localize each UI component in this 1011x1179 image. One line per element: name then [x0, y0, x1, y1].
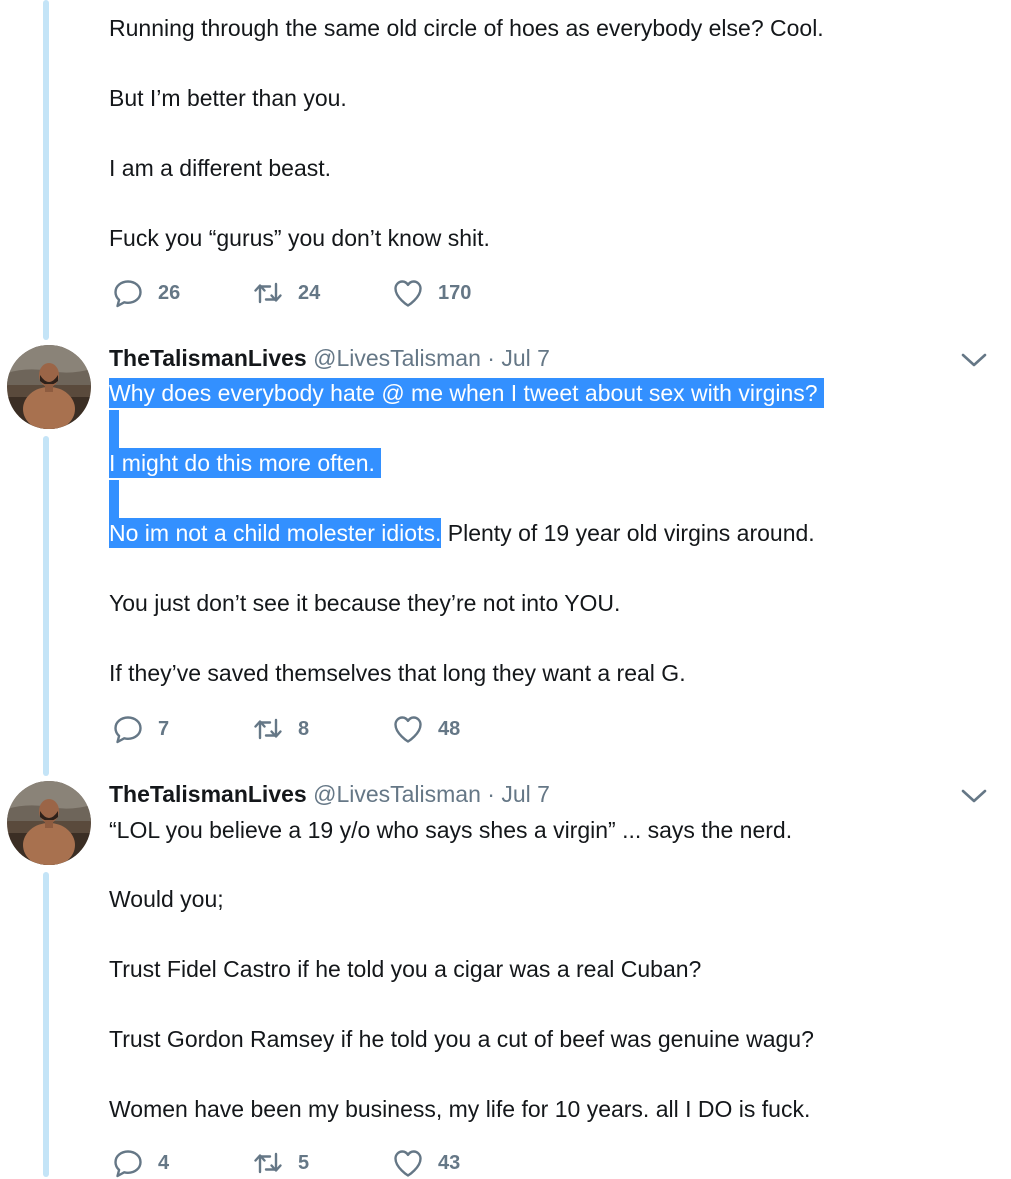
retweet-button[interactable]: 24 [252, 278, 320, 308]
reply-icon [112, 713, 144, 745]
tweet-text-line: You just don’t see it because they’re no… [109, 590, 621, 616]
profile-photo [7, 781, 91, 865]
like-icon [392, 713, 424, 745]
retweet-count: 5 [298, 1151, 310, 1174]
thread-line [43, 436, 49, 776]
tweet-text-line: Why does everybody hate @ me when I twee… [109, 378, 824, 408]
author-name[interactable]: TheTalismanLives [109, 345, 307, 371]
reply-count: 4 [158, 1151, 170, 1174]
tweet-text-line: Trust Gordon Ramsey if he told you a cut… [109, 1026, 814, 1052]
thread-line [43, 872, 49, 1177]
tweet-text-line: I am a different beast. [109, 155, 332, 181]
like-button[interactable]: 48 [392, 714, 460, 744]
selected-text: Why does everybody hate @ me when I twee… [109, 378, 824, 408]
selection-highlight [109, 410, 119, 448]
like-count: 170 [438, 281, 472, 304]
retweet-icon [252, 1147, 284, 1179]
reply-button[interactable]: 4 [112, 1148, 169, 1178]
tweet-date[interactable]: Jul 7 [501, 781, 550, 807]
chevron-down-icon[interactable] [960, 350, 988, 370]
reply-icon [112, 1147, 144, 1179]
like-icon [392, 1147, 424, 1179]
reply-count: 7 [158, 717, 170, 740]
separator-dot: · [487, 345, 495, 371]
reply-button[interactable]: 26 [112, 278, 180, 308]
avatar[interactable] [7, 345, 91, 429]
author-handle[interactable]: @LivesTalisman [313, 345, 481, 371]
like-count: 48 [438, 717, 461, 740]
retweet-icon [252, 713, 284, 745]
retweet-button[interactable]: 8 [252, 714, 309, 744]
tweet-text-line: But I’m better than you. [109, 85, 347, 111]
retweet-count: 8 [298, 717, 310, 740]
like-button[interactable]: 43 [392, 1148, 460, 1178]
tweet-text-line: Trust Fidel Castro if he told you a ciga… [109, 956, 702, 982]
selection-highlight [109, 480, 119, 518]
tweet-text-line: Women have been my business, my life for… [109, 1096, 811, 1122]
tweet-text-line: Fuck you “gurus” you don’t know shit. [109, 225, 490, 251]
tweet-text-line: No im not a child molester idiots. Plent… [109, 518, 815, 548]
tweet-text-line: If they’ve saved themselves that long th… [109, 660, 686, 686]
retweet-icon [252, 277, 284, 309]
thread-line [43, 0, 49, 340]
tweet-header: TheTalismanLives @LivesTalisman · Jul 7 [109, 344, 550, 372]
selected-text: No im not a child molester idiots. [109, 518, 442, 548]
selected-text: I might do this more often. [109, 448, 381, 478]
avatar[interactable] [7, 781, 91, 865]
tweet-date[interactable]: Jul 7 [501, 345, 550, 371]
tweet-header: TheTalismanLives @LivesTalisman · Jul 7 [109, 780, 550, 808]
retweet-count: 24 [298, 281, 321, 304]
like-button[interactable]: 170 [392, 278, 471, 308]
separator-dot: · [487, 781, 495, 807]
tweet-text: Plenty of 19 year old virgins around. [441, 520, 815, 546]
author-name[interactable]: TheTalismanLives [109, 781, 307, 807]
retweet-button[interactable]: 5 [252, 1148, 309, 1178]
tweet-text-line: Running through the same old circle of h… [109, 15, 824, 41]
tweet-text-line: “LOL you believe a 19 y/o who says shes … [109, 817, 793, 843]
tweet-text-line: I might do this more often. [109, 448, 381, 478]
chevron-down-icon[interactable] [960, 786, 988, 806]
like-count: 43 [438, 1151, 461, 1174]
profile-photo [7, 345, 91, 429]
reply-button[interactable]: 7 [112, 714, 169, 744]
like-icon [392, 277, 424, 309]
tweet-text-line: Would you; [109, 886, 224, 912]
reply-icon [112, 277, 144, 309]
reply-count: 26 [158, 281, 181, 304]
author-handle[interactable]: @LivesTalisman [313, 781, 481, 807]
